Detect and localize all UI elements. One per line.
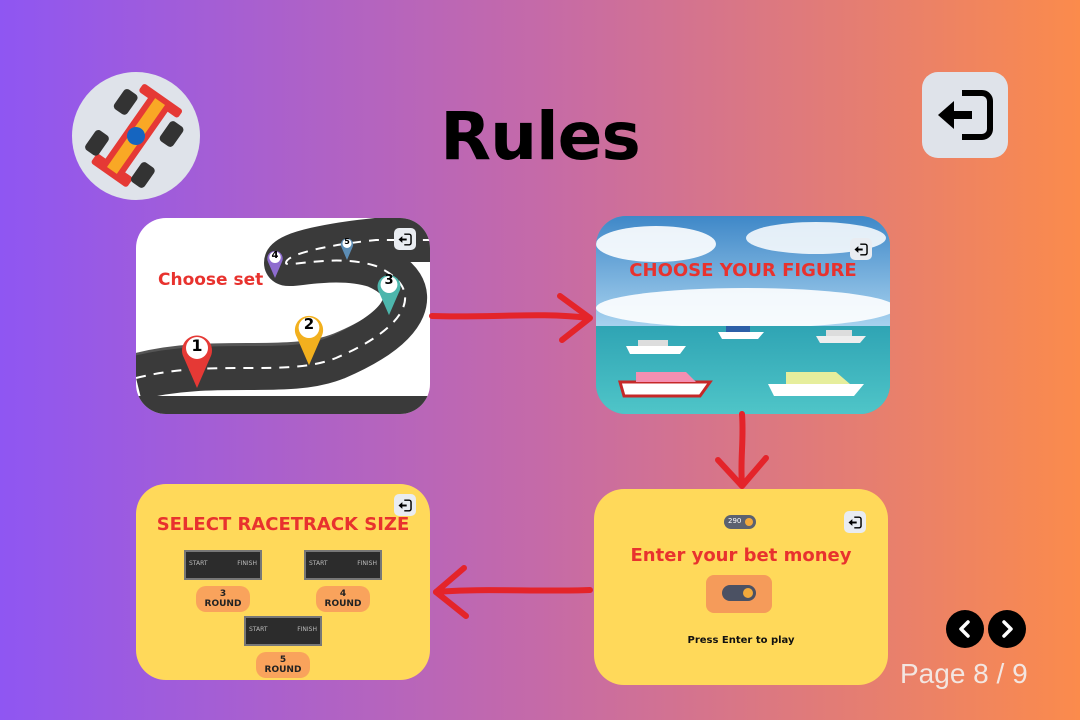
racetrack-option-5[interactable]: START FINISH 5 ROUND (244, 616, 322, 678)
chevron-right-icon (1002, 620, 1013, 638)
exit-icon (398, 498, 412, 512)
exit-icon (938, 90, 993, 140)
bet-money-panel[interactable]: 290 Enter your bet money Press Enter to … (594, 489, 888, 685)
page-title: Rules (440, 98, 640, 175)
choose-set-exit-button[interactable] (394, 228, 416, 250)
next-page-button[interactable] (988, 610, 1026, 648)
exit-icon (848, 515, 862, 529)
choose-figure-label: CHOOSE YOUR FIGURE (629, 260, 857, 281)
choose-figure-panel[interactable]: CHOOSE YOUR FIGURE (596, 216, 890, 414)
round-option-label: 3 ROUND (196, 586, 250, 612)
map-pin-3: 3 (376, 270, 402, 320)
choose-set-panel[interactable]: Choose set 1 2 3 4 5 (136, 218, 430, 414)
bet-money-exit-button[interactable] (844, 511, 866, 533)
map-pin-4: 4 (266, 248, 284, 282)
toggle-track (722, 585, 756, 601)
previous-page-button[interactable] (946, 610, 984, 648)
racetrack-option-4[interactable]: START FINISH 4 ROUND (304, 550, 382, 612)
race-car-logo (72, 72, 200, 200)
arrow-left-icon (433, 565, 593, 619)
chevron-left-icon (959, 620, 970, 638)
press-enter-hint: Press Enter to play (687, 635, 795, 646)
racetrack-icon: START FINISH (244, 616, 322, 646)
choose-set-label: Choose set (158, 270, 264, 290)
toggle-knob (743, 588, 753, 598)
chip-dot (745, 518, 753, 526)
map-pin-2: 2 (293, 310, 325, 370)
map-pin-5: 5 (340, 236, 354, 264)
arrow-right-icon (429, 293, 593, 343)
choose-figure-exit-button[interactable] (850, 238, 872, 260)
bet-money-label: Enter your bet money (630, 545, 852, 566)
racetrack-size-exit-button[interactable] (394, 494, 416, 516)
race-car-icon (85, 84, 184, 188)
page-indicator: Page 8 / 9 (900, 658, 1028, 689)
racetrack-icon: START FINISH (304, 550, 382, 580)
racetrack-icon: START FINISH (184, 550, 262, 580)
racetrack-size-panel[interactable]: SELECT RACETRACK SIZE START FINISH 3 ROU… (136, 484, 430, 680)
sea-illustration (596, 216, 890, 414)
bet-input-toggle[interactable] (706, 575, 772, 613)
exit-icon (854, 242, 868, 256)
arrow-down-icon (715, 411, 769, 489)
racetrack-option-3[interactable]: START FINISH 3 ROUND (184, 550, 262, 612)
round-option-label: 4 ROUND (316, 586, 370, 612)
map-pin-1: 1 (180, 330, 214, 392)
racetrack-size-label: SELECT RACETRACK SIZE (156, 514, 410, 535)
money-chip: 290 (724, 515, 756, 529)
round-option-label: 5 ROUND (256, 652, 310, 678)
exit-button[interactable] (922, 72, 1008, 158)
exit-icon (398, 232, 412, 246)
